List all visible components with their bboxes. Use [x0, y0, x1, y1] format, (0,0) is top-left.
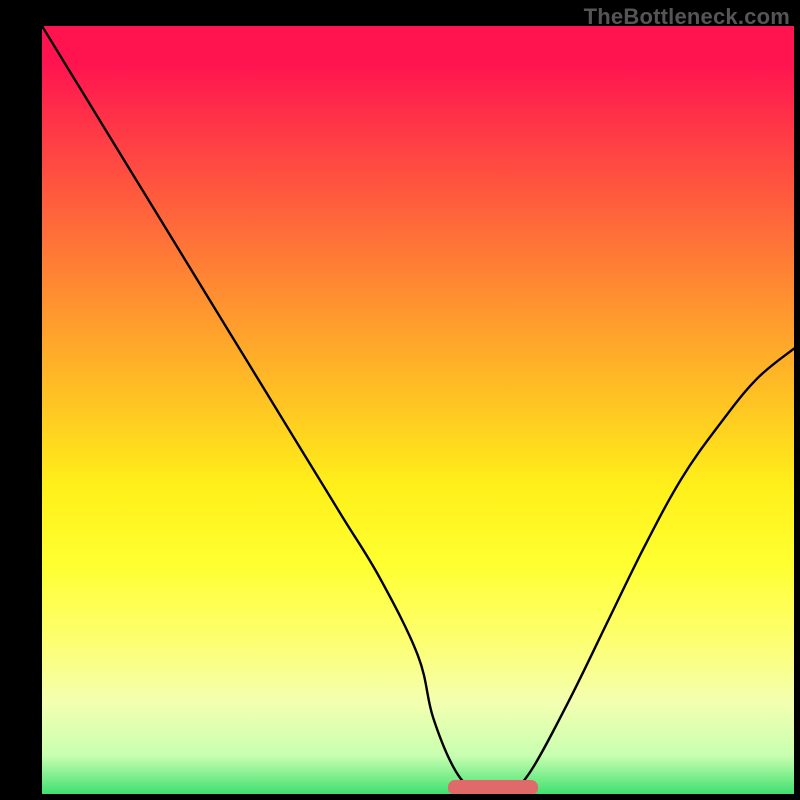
watermark-text: TheBottleneck.com — [584, 4, 790, 30]
chart-frame: TheBottleneck.com — [0, 0, 800, 800]
flat-minimum-marker — [448, 780, 538, 794]
bottleneck-curve — [42, 26, 794, 794]
plot-area — [42, 26, 794, 794]
